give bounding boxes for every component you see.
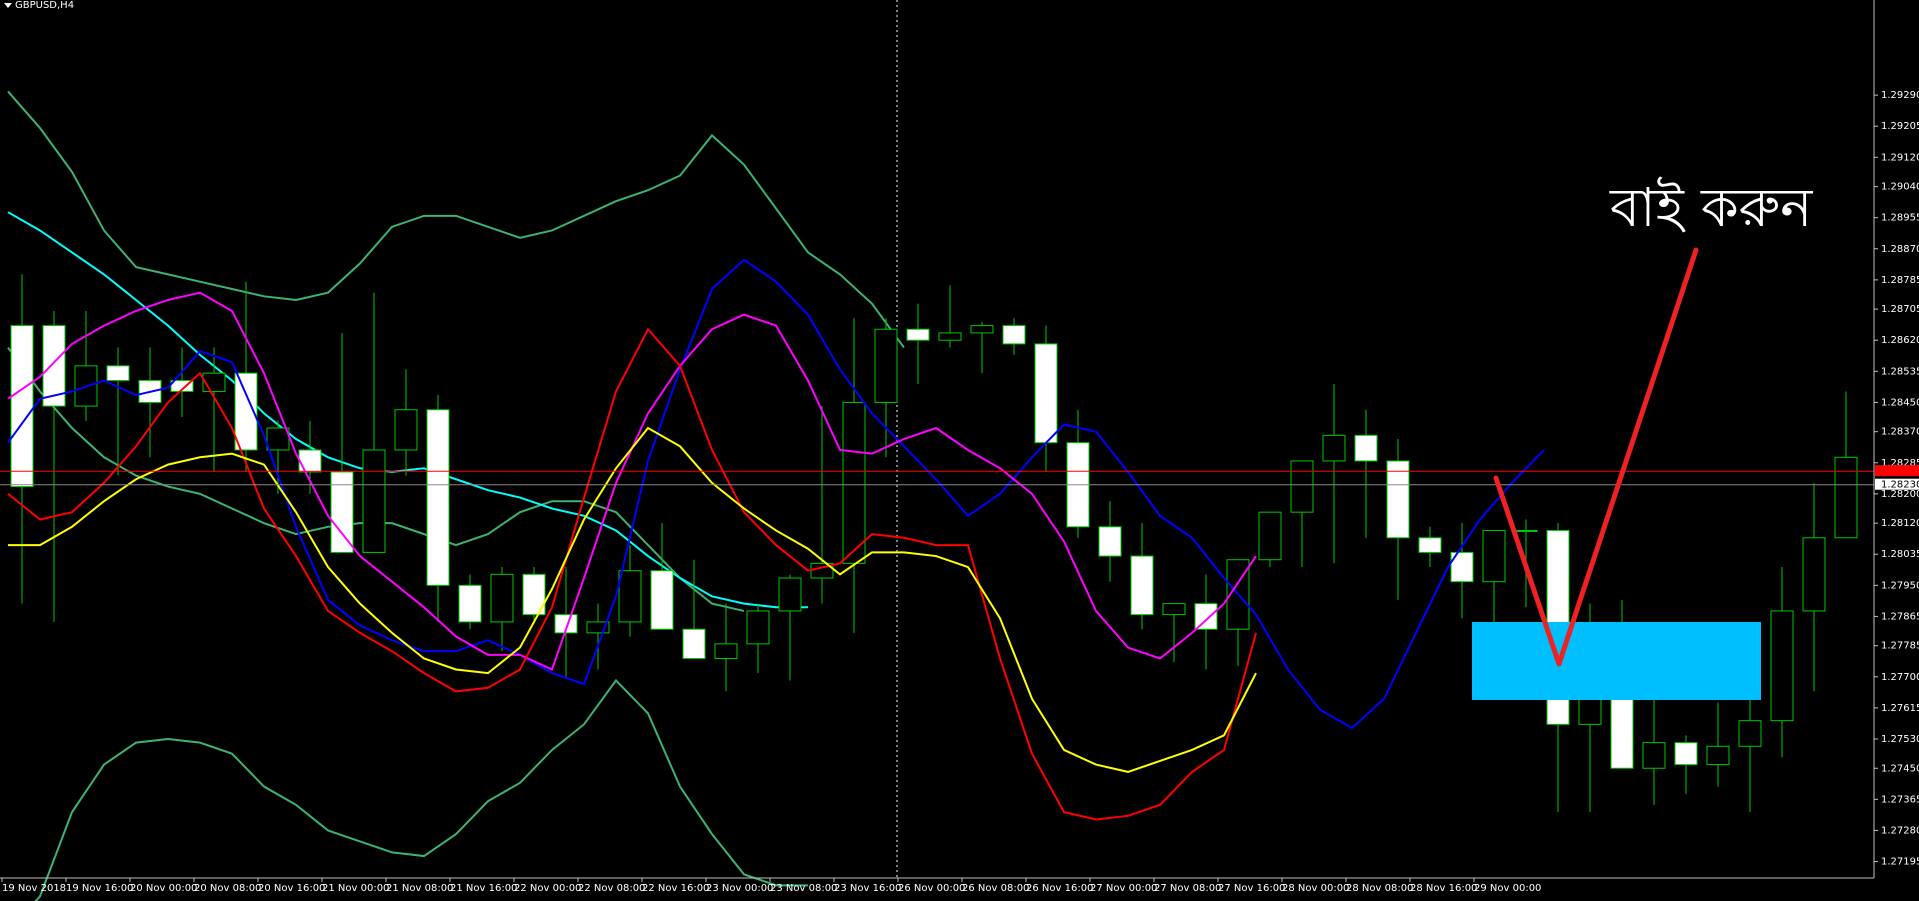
candle-body [10,325,34,488]
bid-price-box [1875,465,1919,477]
candle-body [874,328,898,403]
time-tick-label: 23 Nov 00:00 [706,883,773,894]
candle-body [682,628,706,660]
candle-body [970,325,994,334]
time-tick-label: 21 Nov 16:00 [450,883,517,894]
price-tick-label: 1.27865 [1881,611,1919,622]
time-tick-label: 29 Nov 00:00 [1474,883,1541,894]
time-tick-label: 28 Nov 08:00 [1346,883,1413,894]
time-tick-label: 21 Nov 00:00 [322,883,389,894]
price-tick-label: 1.28955 [1881,213,1919,224]
candle-body [394,409,418,451]
candle-body [490,573,514,623]
candle-body [1482,529,1506,583]
symbol-header[interactable]: GBPUSD,H4 [4,0,74,11]
time-tick-label: 20 Nov 16:00 [258,883,325,894]
time-tick-label: 23 Nov 08:00 [770,883,837,894]
candle-body [1194,603,1218,630]
candle-body [906,328,930,341]
time-tick-label: 27 Nov 00:00 [1090,883,1157,894]
candle-body [298,449,322,473]
candle-body [1706,745,1730,766]
time-tick-label: 22 Nov 00:00 [514,883,581,894]
price-tick-label: 1.27195 [1881,857,1919,868]
candle-body [1130,555,1154,616]
time-tick-label: 28 Nov 00:00 [1282,883,1349,894]
candle-body [1386,460,1410,539]
time-tick-label: 21 Nov 08:00 [386,883,453,894]
candle-body [1418,537,1442,553]
candle-body [1770,610,1794,722]
candle-body [266,427,290,451]
candle-body [1354,434,1378,462]
time-tick-label: 27 Nov 16:00 [1218,883,1285,894]
price-tick-label: 1.27530 [1881,734,1919,745]
price-tick-label: 1.27700 [1881,672,1919,683]
time-tick-label: 27 Nov 08:00 [1154,883,1221,894]
candle-body [1258,511,1282,561]
candle-body [1514,529,1538,532]
candle-body [330,471,354,553]
current-price-label: 1.28230 [1881,480,1919,491]
price-tick-label: 1.29120 [1881,152,1919,163]
candle-body [842,401,866,564]
time-tick-label: 26 Nov 16:00 [1026,883,1093,894]
candle-body [1098,526,1122,557]
symbol-label: GBPUSD,H4 [15,0,75,11]
price-tick-label: 1.27280 [1881,825,1919,836]
price-tick-label: 1.27365 [1881,794,1919,805]
candle-body [1834,456,1858,539]
price-tick-label: 1.28785 [1881,275,1919,286]
price-tick-label: 1.28620 [1881,335,1919,346]
candle-body [746,610,770,645]
price-tick-label: 1.28705 [1881,304,1919,315]
time-tick-label: 28 Nov 16:00 [1410,883,1477,894]
candle-body [1290,460,1314,513]
price-tick-label: 1.28450 [1881,397,1919,408]
candle-body [650,570,674,630]
candle-body [458,584,482,623]
price-tick-label: 1.29040 [1881,182,1919,193]
candle-body [362,449,386,553]
price-tick-label: 1.28035 [1881,549,1919,560]
candle-body [106,365,130,381]
time-tick-label: 22 Nov 16:00 [642,883,709,894]
price-tick-label: 1.27785 [1881,641,1919,652]
time-tick-label: 19 Nov 2018 [2,883,66,894]
price-tick-label: 1.28370 [1881,427,1919,438]
candle-body [426,409,450,586]
time-tick-label: 22 Nov 08:00 [578,883,645,894]
candle-body [938,332,962,341]
candle-body [1322,434,1346,462]
price-tick-label: 1.28120 [1881,518,1919,529]
candle-body [1642,742,1666,769]
candle-body [1002,325,1026,345]
price-tick-label: 1.28535 [1881,366,1919,377]
dropdown-triangle-icon[interactable] [4,3,12,8]
candle-body [1738,720,1762,747]
price-tick-label: 1.27450 [1881,763,1919,774]
candle-body [1162,603,1186,616]
price-tick-label: 1.27615 [1881,703,1919,714]
price-tick-label: 1.29205 [1881,121,1919,132]
price-tick-label: 1.28870 [1881,244,1919,255]
time-tick-label: 20 Nov 00:00 [130,883,197,894]
candle-body [1674,742,1698,766]
time-tick-label: 26 Nov 08:00 [962,883,1029,894]
candle-body [714,643,738,659]
time-tick-label: 19 Nov 16:00 [66,883,133,894]
candle-body [1034,343,1058,444]
candle-body [1802,537,1826,612]
candle-body [778,577,802,612]
price-tick-label: 1.27950 [1881,580,1919,591]
price-chart[interactable]: বাই করুন 1.29290 1.29205 1.29120 1.29040 1.2… [0,0,1919,901]
buy-zone-box [1472,622,1761,700]
time-tick-label: 20 Nov 08:00 [194,883,261,894]
price-tick-label: 1.29290 [1881,90,1919,101]
time-tick-label: 26 Nov 00:00 [898,883,965,894]
candle-body [618,570,642,623]
buy-label: বাই করুন [1609,176,1813,239]
time-tick-label: 23 Nov 16:00 [834,883,901,894]
